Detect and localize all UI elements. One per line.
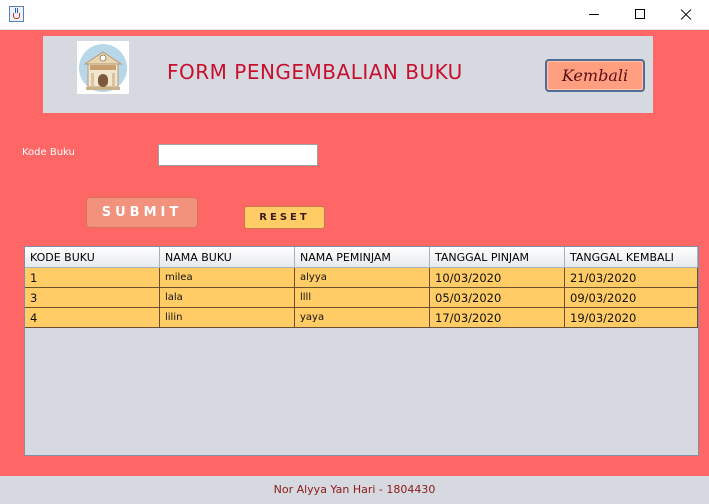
table-cell: lala bbox=[160, 288, 295, 308]
table-cell: 05/03/2020 bbox=[430, 288, 565, 308]
table-row[interactable]: 3 lala llll 05/03/2020 09/03/2020 bbox=[25, 288, 698, 308]
minimize-button[interactable] bbox=[571, 0, 617, 30]
table-cell: 21/03/2020 bbox=[565, 268, 698, 288]
column-header-nama-peminjam[interactable]: NAMA PEMINJAM bbox=[295, 247, 430, 268]
table-cell: 3 bbox=[25, 288, 160, 308]
returns-table[interactable]: KODE BUKU NAMA BUKU NAMA PEMINJAM TANGGA… bbox=[24, 246, 699, 456]
table-cell: 17/03/2020 bbox=[430, 308, 565, 328]
table-row[interactable]: 1 milea alyya 10/03/2020 21/03/2020 bbox=[25, 268, 698, 288]
column-header-tanggal-pinjam[interactable]: TANGGAL PINJAM bbox=[430, 247, 565, 268]
table-cell: alyya bbox=[295, 268, 430, 288]
table-cell: milea bbox=[160, 268, 295, 288]
header-panel: FORM PENGEMBALIAN BUKU Kembali bbox=[43, 36, 653, 113]
column-header-tanggal-kembali[interactable]: TANGGAL KEMBALI bbox=[565, 247, 698, 268]
table-cell: 1 bbox=[25, 268, 160, 288]
kode-buku-label: Kode Buku bbox=[22, 147, 75, 158]
back-button[interactable]: Kembali bbox=[545, 59, 645, 92]
table-cell: llll bbox=[295, 288, 430, 308]
java-app-icon bbox=[9, 6, 24, 22]
table-cell: lilin bbox=[160, 308, 295, 328]
table-body: 1 milea alyya 10/03/2020 21/03/2020 3 la… bbox=[25, 268, 698, 328]
table-cell: yaya bbox=[295, 308, 430, 328]
library-logo bbox=[77, 41, 129, 94]
reset-button[interactable]: RESET bbox=[244, 206, 325, 229]
close-button[interactable] bbox=[663, 0, 709, 30]
table-cell: 10/03/2020 bbox=[430, 268, 565, 288]
title-bar bbox=[0, 0, 709, 30]
column-header-nama-buku[interactable]: NAMA BUKU bbox=[160, 247, 295, 268]
table-row[interactable]: 4 lilin yaya 17/03/2020 19/03/2020 bbox=[25, 308, 698, 328]
footer-credit: Nor Alyya Yan Hari - 1804430 bbox=[273, 483, 436, 496]
kode-buku-input[interactable] bbox=[158, 144, 318, 166]
footer: Nor Alyya Yan Hari - 1804430 bbox=[0, 476, 709, 504]
maximize-button[interactable] bbox=[617, 0, 663, 30]
column-header-kode-buku[interactable]: KODE BUKU bbox=[25, 247, 160, 268]
table-cell: 09/03/2020 bbox=[565, 288, 698, 308]
table-header: KODE BUKU NAMA BUKU NAMA PEMINJAM TANGGA… bbox=[25, 247, 698, 268]
page-title: FORM PENGEMBALIAN BUKU bbox=[167, 60, 463, 84]
submit-button[interactable]: SUBMIT bbox=[86, 197, 198, 228]
table-cell: 19/03/2020 bbox=[565, 308, 698, 328]
table-cell: 4 bbox=[25, 308, 160, 328]
